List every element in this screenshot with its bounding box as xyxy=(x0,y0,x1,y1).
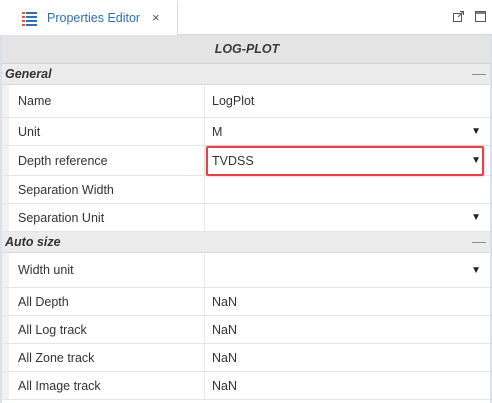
unit-value: M xyxy=(212,124,223,139)
property-row-separation-width: Separation Width xyxy=(2,176,492,204)
tab-label: Properties Editor xyxy=(47,11,141,25)
section-general-label: General xyxy=(5,67,52,81)
width-unit-select[interactable]: ▼ xyxy=(205,253,492,287)
property-label: Depth reference xyxy=(18,153,108,168)
property-row-unit: Unit M ▼ xyxy=(2,118,492,146)
name-field[interactable]: LogPlot xyxy=(205,85,492,117)
popout-icon[interactable] xyxy=(452,10,465,23)
all-zone-track-field[interactable]: NaN xyxy=(205,344,492,371)
property-label: All Image track xyxy=(18,378,101,393)
all-log-track-field[interactable]: NaN xyxy=(205,316,492,343)
dropdown-arrow-icon[interactable]: ▼ xyxy=(471,204,481,231)
property-row-all-log-track: All Log track NaN xyxy=(2,316,492,344)
property-row-separation-unit: Separation Unit ▼ xyxy=(2,204,492,232)
dropdown-arrow-icon[interactable]: ▼ xyxy=(471,253,481,287)
dropdown-arrow-icon[interactable]: ▼ xyxy=(471,118,481,145)
property-label: Separation Width xyxy=(18,182,114,197)
property-label: All Depth xyxy=(18,294,69,309)
name-value: LogPlot xyxy=(212,94,255,108)
separation-width-field[interactable] xyxy=(205,176,492,203)
row-indent xyxy=(2,146,9,175)
depth-reference-select[interactable]: TVDSS ▼ xyxy=(205,146,492,175)
property-label: All Log track xyxy=(18,322,87,337)
row-indent xyxy=(2,85,9,117)
property-row-depth-reference: Depth reference TVDSS ▼ xyxy=(2,146,492,176)
property-row-all-depth: All Depth NaN xyxy=(2,288,492,316)
tab-bar: Properties Editor × xyxy=(0,0,492,36)
row-indent xyxy=(2,372,9,399)
section-general[interactable]: General — xyxy=(2,64,492,85)
property-row-name: Name LogPlot xyxy=(2,85,492,118)
separation-unit-select[interactable]: ▼ xyxy=(205,204,492,231)
property-row-width-unit: Width unit ▼ xyxy=(2,253,492,288)
editor-title-bar: LOG-PLOT xyxy=(2,35,492,64)
all-log-track-value: NaN xyxy=(212,322,238,337)
all-depth-value: NaN xyxy=(212,294,238,309)
property-label: Width unit xyxy=(18,263,74,277)
row-indent xyxy=(2,344,9,371)
property-row-all-image-track: All Image track NaN xyxy=(2,372,492,400)
row-indent xyxy=(2,288,9,315)
row-indent xyxy=(2,316,9,343)
all-zone-track-value: NaN xyxy=(212,350,238,365)
all-image-track-value: NaN xyxy=(212,378,238,393)
row-indent xyxy=(2,176,9,203)
all-image-track-field[interactable]: NaN xyxy=(205,372,492,399)
row-indent xyxy=(2,118,9,145)
dropdown-arrow-icon[interactable]: ▼ xyxy=(471,146,481,175)
maximize-icon[interactable] xyxy=(474,10,487,23)
property-row-all-zone-track: All Zone track NaN xyxy=(2,344,492,372)
collapse-icon[interactable]: — xyxy=(472,65,486,81)
close-icon[interactable]: × xyxy=(152,10,160,25)
properties-grid-icon xyxy=(22,12,37,26)
unit-select[interactable]: M ▼ xyxy=(205,118,492,145)
property-label: Name xyxy=(18,94,52,108)
row-indent xyxy=(2,253,9,287)
section-auto-size[interactable]: Auto size — xyxy=(2,232,492,253)
all-depth-field[interactable]: NaN xyxy=(205,288,492,315)
tab-properties-editor[interactable]: Properties Editor × xyxy=(0,0,178,36)
property-label: All Zone track xyxy=(18,350,95,365)
collapse-icon[interactable]: — xyxy=(472,233,486,249)
depth-reference-value: TVDSS xyxy=(212,153,254,168)
section-auto-size-label: Auto size xyxy=(5,235,61,249)
row-indent xyxy=(2,204,9,231)
property-label: Separation Unit xyxy=(18,210,105,225)
editor-title: LOG-PLOT xyxy=(214,42,280,56)
property-label: Unit xyxy=(18,124,41,139)
